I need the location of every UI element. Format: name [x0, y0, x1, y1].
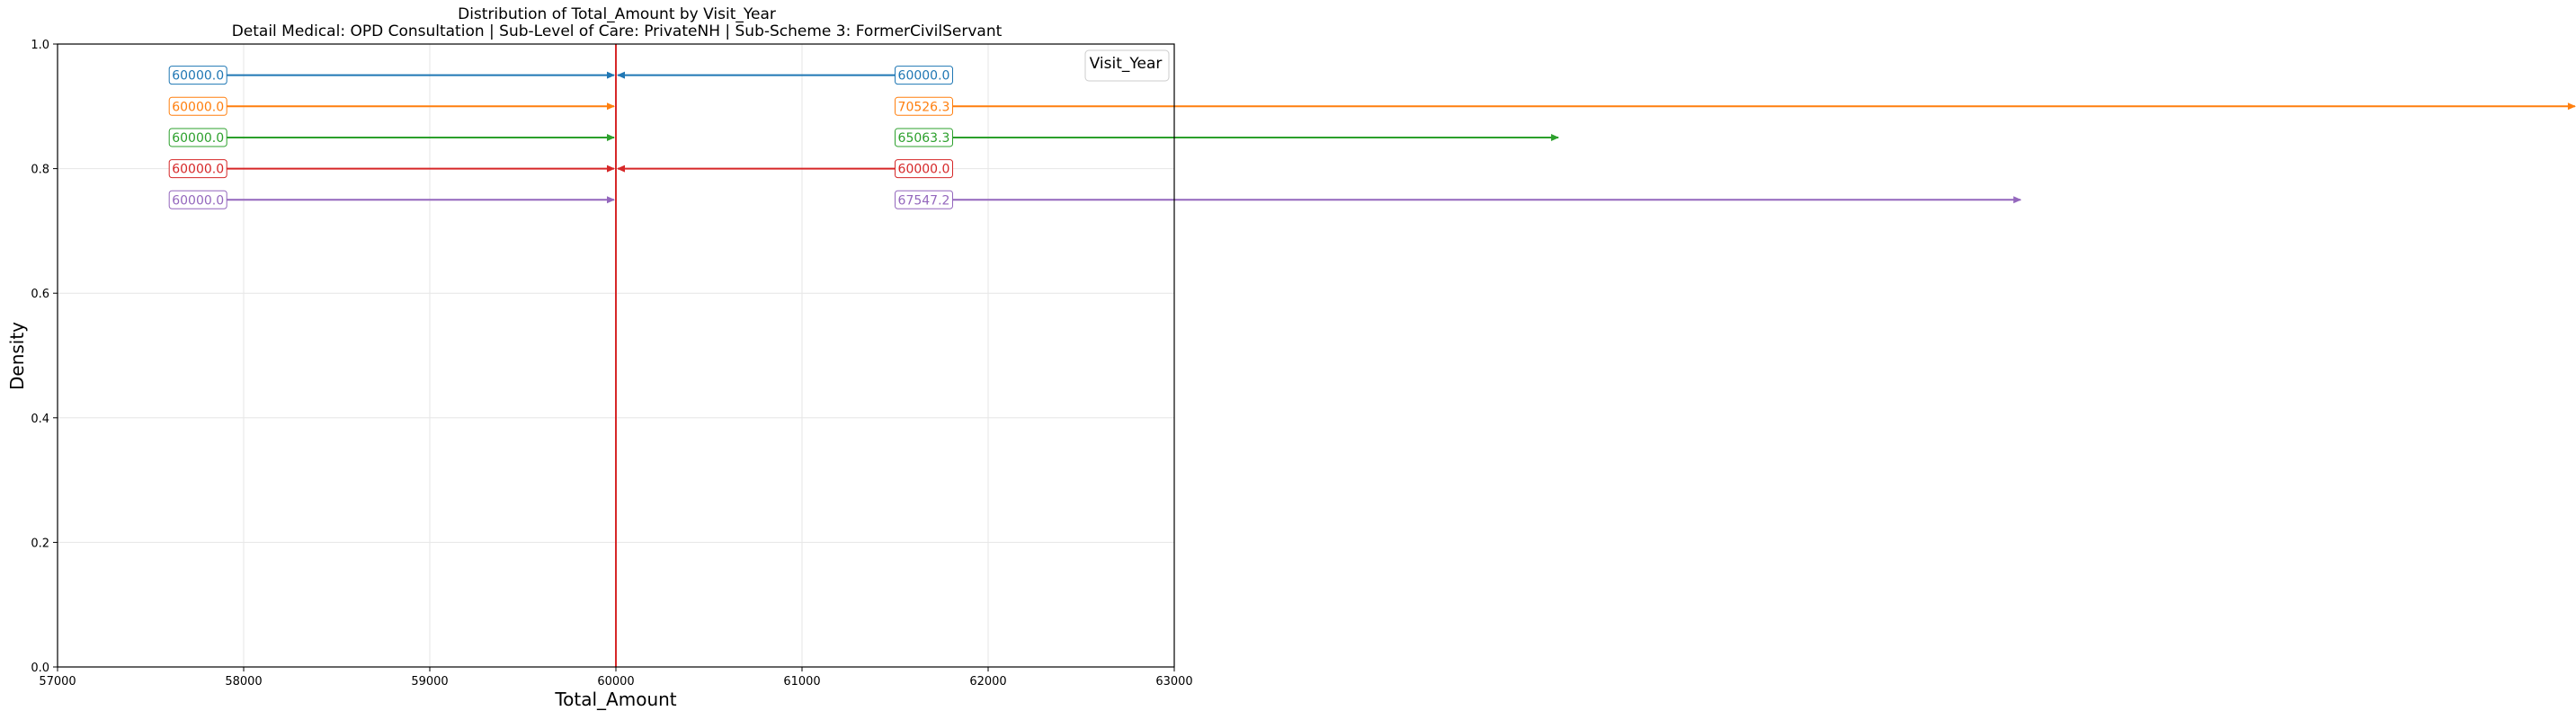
- annotation-arrow-head: [2567, 102, 2576, 111]
- annotation-label: 60000.0: [172, 163, 224, 177]
- chart-title: Distribution of Total_Amount by Visit_Ye…: [458, 5, 776, 23]
- x-tick-label: 63000: [1155, 675, 1192, 689]
- y-tick-label: 0.8: [31, 164, 49, 177]
- annotation-label: 70526.3: [898, 100, 950, 114]
- annotation-arrow-head: [607, 133, 615, 141]
- y-tick-label: 0.0: [31, 662, 49, 675]
- annotation-label: 67547.2: [898, 193, 950, 208]
- annotation-label: 60000.0: [172, 69, 224, 84]
- legend: Visit_Year: [1084, 49, 1170, 82]
- x-tick-label: 62000: [969, 675, 1006, 689]
- y-tick-label: 0.6: [31, 288, 49, 301]
- x-tick-label: 58000: [225, 675, 262, 689]
- x-tick-label: 59000: [411, 675, 448, 689]
- plot-marks: 60000.0 60000.0 60000.0 70526.3 60000.0 65063…: [168, 44, 2576, 667]
- annotation-arrow-head: [1551, 133, 1560, 141]
- annotation-arrow-head: [2013, 196, 2022, 204]
- annotation-arrow-head: [607, 164, 615, 173]
- chart-subtitle: Detail Medical: OPD Consultation | Sub-L…: [232, 22, 1003, 40]
- annotation-arrow-head: [617, 71, 625, 79]
- y-tick-label: 1.0: [31, 39, 49, 52]
- annotation-arrow-head: [607, 196, 615, 204]
- x-axis-label: Total_Amount: [554, 689, 676, 710]
- chart: Distribution of Total_Amount by Visit_Ye…: [6, 5, 2576, 710]
- legend-title: Visit_Year: [1090, 55, 1163, 73]
- annotation-label: 60000.0: [172, 131, 224, 146]
- annotation-label: 60000.0: [898, 69, 950, 84]
- x-tick-label: 57000: [39, 675, 76, 689]
- x-tick-label: 60000: [597, 675, 634, 689]
- annotation-label: 60000.0: [172, 100, 224, 114]
- annotation-label: 60000.0: [898, 163, 950, 177]
- annotation-arrow-head: [607, 71, 615, 79]
- y-tick-label: 0.2: [31, 537, 49, 550]
- annotation-label: 65063.3: [898, 131, 950, 146]
- y-tick-label: 0.4: [31, 413, 49, 426]
- y-axis-label: Density: [6, 322, 28, 390]
- annotation-label: 60000.0: [172, 193, 224, 208]
- x-tick-label: 61000: [783, 675, 820, 689]
- annotation-arrow-head: [607, 102, 615, 111]
- annotation-arrow-head: [617, 164, 625, 173]
